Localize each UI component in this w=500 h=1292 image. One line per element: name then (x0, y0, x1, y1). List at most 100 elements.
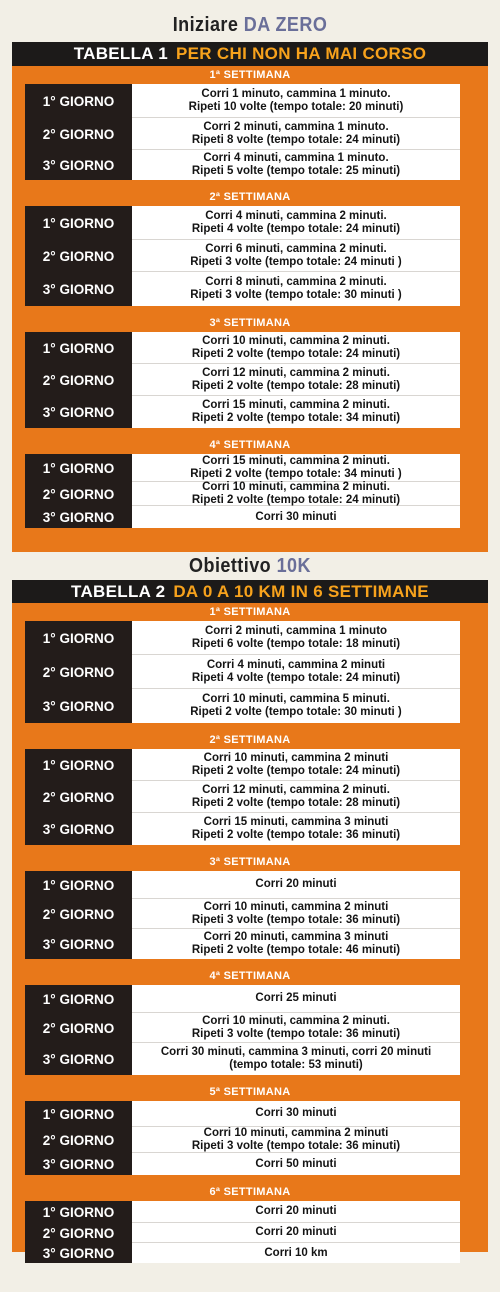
workout-description: Corri 15 minuti, cammina 3 minuti Ripeti … (132, 813, 460, 845)
workout-description: Corri 20 minuti (132, 1223, 460, 1243)
workout-line: Corri 2 minuti, cammina 1 minuto. (203, 120, 389, 133)
workout-line: Corri 15 minuti, cammina 3 minuti (203, 816, 389, 828)
day-label: 3° GIORNO (25, 150, 132, 180)
day-label: 3° GIORNO (25, 396, 132, 428)
workout-line: Corri 20 minuti (255, 1205, 337, 1217)
table1-title-bar: TABELLA 1 PER CHI NON HA MAI CORSO (12, 42, 488, 66)
week-rows: 1° GIORNO Corri 20 minuti 2° GIORNO Corri 2… (25, 1201, 460, 1263)
day-label: 1° GIORNO (25, 332, 132, 364)
day-label: 2° GIORNO (25, 482, 132, 506)
day-row: 1° GIORNO Corri 20 minuti (25, 1201, 460, 1223)
workout-line: Ripeti 2 volte (tempo totale: 34 minuti … (190, 467, 402, 480)
workout-description: Corri 2 minuti, cammina 1 minuto. Ripeti … (132, 118, 460, 150)
workout-line: Corri 10 minuti, cammina 2 minuti (203, 751, 389, 764)
workout-line: Corri 50 minuti (255, 1157, 337, 1170)
day-row: 2° GIORNO Corri 12 minuti, cammina 2 minu… (25, 781, 460, 813)
workout-line: Corri 4 minuti, cammina 2 minuti. (205, 209, 387, 222)
week-title: 1ª SETTIMANA (209, 69, 291, 81)
week-rows: 1° GIORNO Corri 25 minuti 2° GIORNO Corri 1… (25, 985, 460, 1075)
day-label: 1° GIORNO (25, 454, 132, 482)
workout-description: Corri 10 minuti, cammina 2 minuti. Ripeti… (132, 332, 460, 364)
heading-goal-10k: Obiettivo 10K (25, 555, 475, 578)
day-label: 3° GIORNO (25, 506, 132, 528)
day-label: 3° GIORNO (25, 272, 132, 306)
workout-description: Corri 10 minuti, cammina 2 minuti Ripeti … (132, 1127, 460, 1153)
week-title: 3ª SETTIMANA (209, 317, 291, 329)
week-title: 2ª SETTIMANA (209, 734, 291, 746)
day-row: 3° GIORNO Corri 15 minuti, cammina 3 minu… (25, 813, 460, 845)
workout-description: Corri 2 minuti, cammina 1 minuto Ripeti 6… (132, 621, 460, 655)
workout-description: Corri 10 minuti, cammina 2 minuti. Ripeti… (132, 1013, 460, 1043)
workout-line: Ripeti 3 volte (tempo totale: 30 minuti … (190, 289, 402, 301)
workout-line: Corri 30 minuti (255, 1107, 337, 1119)
workout-line: Ripeti 2 volte (tempo totale: 34 minuti) (191, 412, 401, 424)
day-label: 2° GIORNO (25, 899, 132, 929)
workout-description: Corri 10 minuti, cammina 2 minuti. Ripeti… (132, 480, 460, 506)
week-rows: 1° GIORNO Corri 2 minuti, cammina 1 minut… (25, 621, 460, 723)
day-label: 2° GIORNO (25, 118, 132, 150)
workout-description: Corri 8 minuti, cammina 2 minuti. Ripeti … (132, 272, 460, 306)
day-row: 1° GIORNO Corri 1 minuto, cammina 1 minut… (25, 84, 460, 118)
day-row: 2° GIORNO Corri 2 minuti, cammina 1 minut… (25, 118, 460, 150)
workout-line: Corri 10 minuti, cammina 5 minuti. (202, 693, 390, 705)
day-label: 3° GIORNO (25, 929, 132, 959)
workout-line: Corri 25 minuti (255, 992, 337, 1004)
workout-line: Corri 10 minuti, cammina 2 minuti (203, 900, 389, 913)
workout-line: Ripeti 3 volte (tempo totale: 36 minuti) (191, 1027, 401, 1040)
day-row: 3° GIORNO Corri 10 km (25, 1243, 460, 1263)
day-row: 2° GIORNO Corri 20 minuti (25, 1223, 460, 1243)
workout-description: Corri 30 minuti, cammina 3 minuti, corri… (132, 1043, 460, 1075)
workout-line: Corri 12 minuti, cammina 2 minuti. (202, 783, 390, 796)
day-label: 1° GIORNO (25, 621, 132, 655)
workout-description: Corri 4 minuti, cammina 2 minuti Ripeti 4… (132, 655, 460, 689)
workout-line: Ripeti 4 volte (tempo totale: 24 minuti) (191, 671, 401, 684)
day-label: 1° GIORNO (25, 749, 132, 781)
workout-description: Corri 12 minuti, cammina 2 minuti. Ripeti… (132, 781, 460, 813)
day-row: 2° GIORNO Corri 4 minuti, cammina 2 minut… (25, 655, 460, 689)
workout-line: Corri 30 minuti (255, 510, 337, 523)
table2-title-bar: TABELLA 2 DA 0 A 10 KM IN 6 SETTIMANE (12, 580, 488, 604)
workout-line: Ripeti 2 volte (tempo totale: 28 minuti) (191, 379, 401, 392)
workout-line: Corri 10 minuti, cammina 2 minuti. (202, 480, 390, 493)
day-row: 3° GIORNO Corri 20 minuti, cammina 3 minu… (25, 929, 460, 959)
day-row: 2° GIORNO Corri 10 minuti, cammina 2 minu… (25, 1127, 460, 1153)
week-rows: 1° GIORNO Corri 20 minuti 2° GIORNO Corri 1… (25, 871, 460, 959)
heading-part1: Iniziare (172, 14, 239, 36)
workout-description: Corri 15 minuti, cammina 2 minuti. Ripeti… (132, 454, 460, 482)
workout-line: Corri 8 minuti, cammina 2 minuti. (205, 276, 387, 288)
day-label: 2° GIORNO (25, 1127, 132, 1153)
day-row: 2° GIORNO Corri 6 minuti, cammina 2 minut… (25, 240, 460, 272)
workout-line: Ripeti 10 volte (tempo totale: 20 minuti… (188, 100, 404, 113)
day-label: 2° GIORNO (25, 655, 132, 689)
day-row: 2° GIORNO Corri 10 minuti, cammina 2 minu… (25, 480, 460, 506)
workout-line: Ripeti 2 volte (tempo totale: 30 minuti … (190, 706, 402, 718)
day-label: 2° GIORNO (25, 781, 132, 813)
workout-line: Ripeti 4 volte (tempo totale: 24 minuti) (191, 222, 401, 235)
workout-description: Corri 30 minuti (132, 506, 460, 528)
heading2-part1: Obiettivo (189, 555, 272, 577)
day-row: 1° GIORNO Corri 20 minuti (25, 871, 460, 899)
workout-description: Corri 20 minuti (132, 1201, 460, 1223)
day-label: 2° GIORNO (25, 1223, 132, 1243)
day-row: 3° GIORNO Corri 30 minuti (25, 506, 460, 528)
workout-line: Ripeti 2 volte (tempo totale: 24 minuti) (191, 347, 401, 360)
day-row: 2° GIORNO Corri 10 minuti, cammina 2 minu… (25, 899, 460, 929)
week-title: 2ª SETTIMANA (209, 191, 291, 203)
day-row: 3° GIORNO Corri 10 minuti, cammina 5 minu… (25, 689, 460, 723)
workout-line: Ripeti 3 volte (tempo totale: 24 minuti … (190, 255, 402, 268)
day-row: 1° GIORNO Corri 30 minuti (25, 1101, 460, 1127)
workout-description: Corri 20 minuti, cammina 3 minuti Ripeti … (132, 929, 460, 959)
table2-subtitle: DA 0 A 10 KM IN 6 SETTIMANE (173, 582, 429, 601)
table2-label: TABELLA 2 (71, 582, 166, 601)
workout-description: Corri 1 minuto, cammina 1 minuto. Ripeti … (132, 84, 460, 118)
workout-description: Corri 15 minuti, cammina 2 minuti. Ripeti… (132, 396, 460, 428)
day-label: 1° GIORNO (25, 985, 132, 1013)
workout-line: Ripeti 2 volte (tempo totale: 24 minuti) (191, 493, 401, 506)
workout-description: Corri 30 minuti (132, 1101, 460, 1127)
workout-line: Corri 4 minuti, cammina 1 minuto. (203, 152, 389, 164)
day-label: 3° GIORNO (25, 1243, 132, 1263)
day-label: 3° GIORNO (25, 1153, 132, 1175)
day-row: 1° GIORNO Corri 15 minuti, cammina 2 minu… (25, 454, 460, 482)
day-label: 3° GIORNO (25, 1043, 132, 1075)
workout-line: Corri 20 minuti (255, 878, 337, 890)
